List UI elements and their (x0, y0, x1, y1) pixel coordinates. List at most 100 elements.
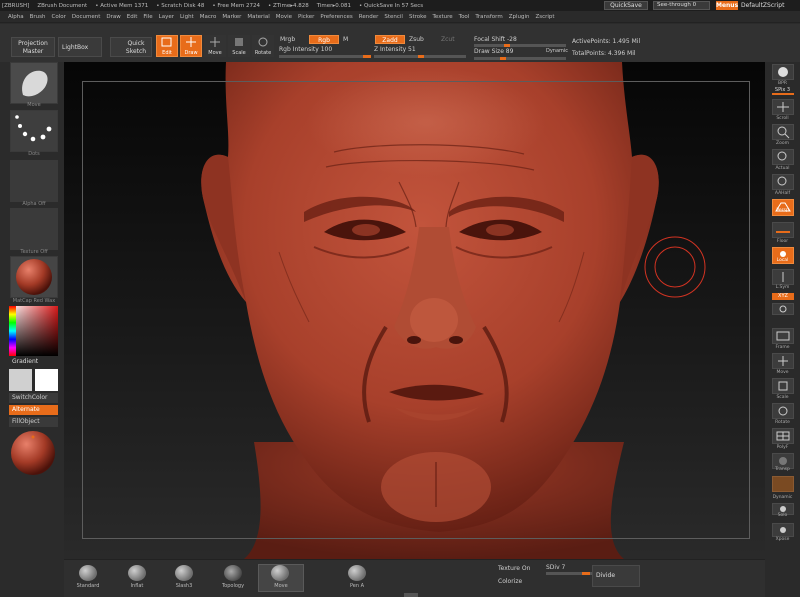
menu-material[interactable]: Material (247, 14, 269, 20)
alternate-button[interactable]: Alternate (9, 405, 58, 415)
fillobject-button[interactable]: FillObject (9, 417, 58, 427)
move-view-button[interactable] (772, 353, 794, 369)
texture-thumbnail[interactable] (10, 208, 58, 250)
mrgb-toggle[interactable]: Mrgb (280, 36, 295, 43)
scroll-button[interactable] (772, 99, 794, 115)
menu-transform[interactable]: Transform (475, 14, 502, 20)
rotate-mode-button[interactable]: Rotate (252, 35, 274, 57)
hue-strip[interactable] (9, 306, 16, 356)
menu-brush[interactable]: Brush (30, 14, 46, 20)
z-intensity-slider[interactable] (374, 55, 466, 58)
dynamic-persp-button[interactable] (772, 476, 794, 492)
main-color-swatch[interactable] (9, 369, 32, 391)
menu-render[interactable]: Render (359, 14, 379, 20)
viewport-canvas[interactable] (64, 62, 765, 559)
draw-button[interactable]: Draw (180, 35, 202, 57)
zcut-toggle[interactable]: Zcut (441, 36, 455, 43)
quicksave-button[interactable]: QuickSave (604, 1, 648, 10)
pen-a-brush-label: Pen A (349, 583, 365, 589)
texture-on-toggle[interactable]: Texture On (498, 565, 530, 572)
menu-picker[interactable]: Picker (298, 14, 314, 20)
polyf-button[interactable] (772, 428, 794, 444)
gradient-toggle[interactable]: Gradient (9, 357, 58, 367)
standard-brush-icon[interactable] (79, 565, 97, 581)
menu-preferences[interactable]: Preferences (320, 14, 352, 20)
floor-button[interactable] (772, 222, 794, 238)
color-picker[interactable] (9, 306, 58, 356)
zoom-button[interactable] (772, 124, 794, 140)
alpha-thumbnail[interactable] (10, 160, 58, 202)
z-intensity-label[interactable]: Z Intensity 51 (374, 46, 416, 53)
dynamic-toggle[interactable]: Dynamic (546, 48, 568, 54)
bottom-tray-toggle[interactable] (404, 593, 418, 597)
projection-master-button[interactable]: Projection Master (11, 37, 55, 57)
draw-size-slider[interactable] (474, 57, 566, 60)
scale-view-button[interactable] (772, 378, 794, 394)
default-zscript-button[interactable]: DefaultZScript (741, 1, 799, 10)
aahalf-button[interactable] (772, 174, 794, 190)
scale-view-icon (778, 381, 788, 391)
zsub-toggle[interactable]: Zsub (409, 36, 424, 43)
focal-shift-label[interactable]: Focal Shift -28 (474, 36, 517, 43)
xpose-icon (780, 527, 786, 533)
xyz-button[interactable]: XYZ (772, 293, 794, 300)
scale-mode-button[interactable]: Scale (228, 35, 250, 57)
slash3-brush-icon[interactable] (175, 565, 193, 581)
rgb-toggle[interactable]: Rgb (309, 35, 339, 44)
menu-tool[interactable]: Tool (459, 14, 470, 20)
move-mode-button[interactable]: Move (204, 35, 226, 57)
menu-draw[interactable]: Draw (106, 14, 120, 20)
frame-button[interactable] (772, 328, 794, 344)
zadd-toggle[interactable]: Zadd (375, 35, 405, 44)
quick-sketch-button[interactable]: Quick Sketch (110, 37, 152, 57)
switchcolor-button[interactable]: SwitchColor (9, 393, 58, 403)
menu-zplugin[interactable]: Zplugin (509, 14, 530, 20)
menu-macro[interactable]: Macro (200, 14, 217, 20)
secondary-color-swatch[interactable] (35, 369, 58, 391)
colorize-toggle[interactable]: Colorize (498, 578, 522, 585)
menu-stencil[interactable]: Stencil (384, 14, 403, 20)
menus-button[interactable]: Menus (716, 1, 738, 10)
scroll-label: Scroll (776, 116, 789, 121)
menu-color[interactable]: Color (52, 14, 66, 20)
rgb-intensity-slider[interactable] (279, 55, 371, 58)
menu-stroke[interactable]: Stroke (409, 14, 427, 20)
rotate-axis-icon (779, 305, 787, 313)
lightbox-button[interactable]: LightBox (58, 37, 102, 57)
menu-edit[interactable]: Edit (127, 14, 138, 20)
draw-size-label[interactable]: Draw Size 89 (474, 48, 513, 55)
brush-thumbnail[interactable] (10, 62, 58, 104)
topology-brush-icon[interactable] (224, 565, 242, 581)
menu-marker[interactable]: Marker (222, 14, 241, 20)
see-through-slider[interactable]: See-through 0 (653, 1, 710, 10)
stroke-thumbnail[interactable] (10, 110, 58, 152)
menu-texture[interactable]: Texture (433, 14, 453, 20)
draw-label: Draw (184, 50, 198, 56)
inflat-brush-icon[interactable] (128, 565, 146, 581)
material-thumbnail[interactable] (10, 256, 58, 298)
sdiv-slider[interactable] (546, 572, 592, 575)
rotate-view-button[interactable] (772, 403, 794, 419)
focal-shift-slider[interactable] (474, 44, 566, 47)
rotation-axis-button[interactable] (772, 303, 794, 315)
pen-a-brush-icon[interactable] (348, 565, 366, 581)
divide-button[interactable]: Divide (592, 565, 640, 587)
actual-button[interactable] (772, 149, 794, 165)
menu-movie[interactable]: Movie (276, 14, 292, 20)
rgb-intensity-label[interactable]: Rgb Intensity 100 (279, 46, 332, 53)
edit-button[interactable]: Edit (156, 35, 178, 57)
sdiv-label[interactable]: SDiv 7 (546, 564, 565, 571)
menu-alpha[interactable]: Alpha (8, 14, 24, 20)
edit-label: Edit (162, 50, 172, 56)
m-toggle[interactable]: M (343, 36, 348, 43)
lsym-button[interactable] (772, 269, 794, 285)
xpose-button[interactable] (772, 523, 794, 537)
menu-zscript[interactable]: Zscript (535, 14, 554, 20)
menu-light[interactable]: Light (180, 14, 194, 20)
bottom-left-strip (0, 559, 64, 597)
menu-layer[interactable]: Layer (159, 14, 174, 20)
spix-slider[interactable] (772, 93, 794, 95)
menu-file[interactable]: File (143, 14, 152, 20)
menu-document[interactable]: Document (72, 14, 101, 20)
bpr-button[interactable] (772, 64, 794, 80)
